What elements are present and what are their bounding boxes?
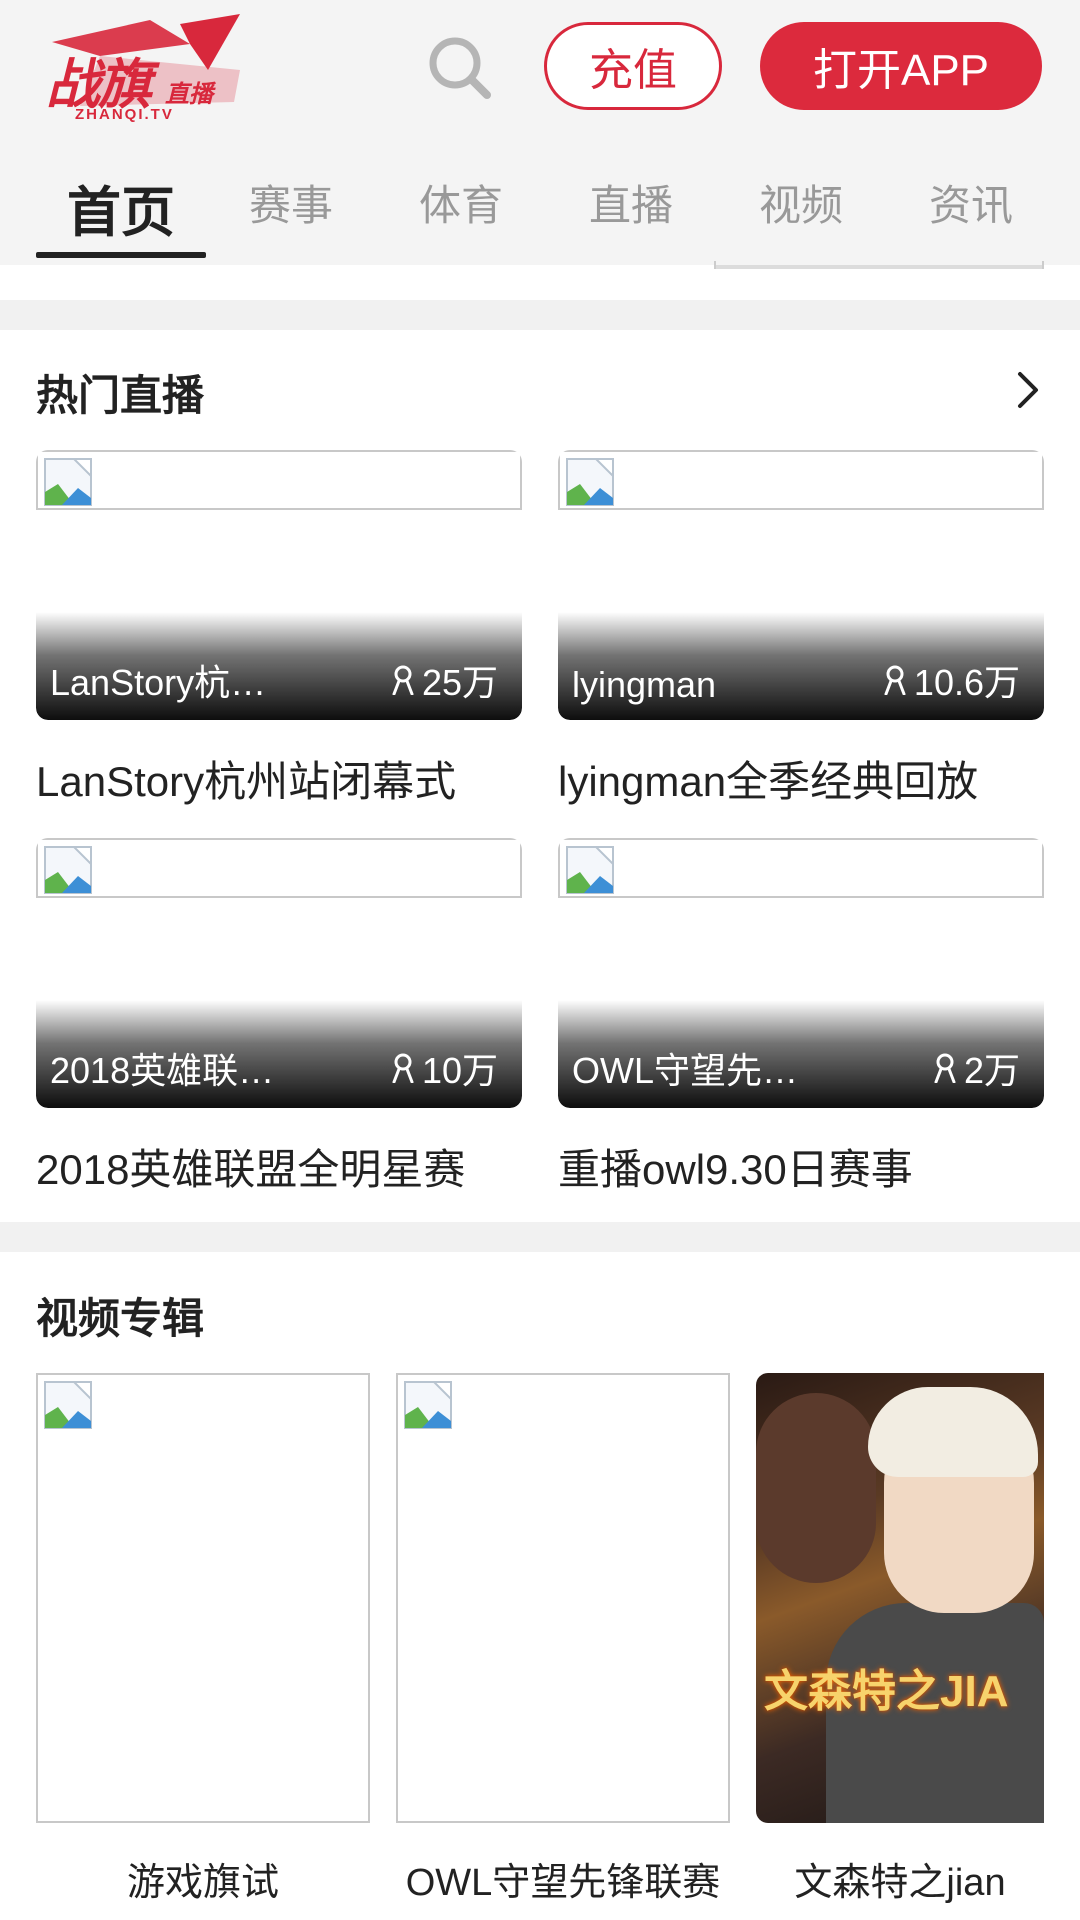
recharge-button[interactable]: 充值	[544, 22, 722, 110]
album-caption[interactable]: 游戏旗试	[36, 1851, 370, 1906]
live-thumbnail[interactable]: OWL守望先… 2万	[558, 838, 1044, 1108]
streamer-name: LanStory杭…	[50, 662, 267, 703]
tab-home[interactable]: 首页	[36, 160, 206, 260]
album-caption[interactable]: 文森特之jian	[756, 1851, 1044, 1906]
hot-live-more-button[interactable]	[1010, 360, 1046, 420]
album-thumbnail[interactable]	[396, 1373, 730, 1823]
video-albums-title: 视频专辑	[36, 1295, 205, 1342]
broken-image-icon	[44, 458, 92, 506]
viewer-count-value: 10.6万	[913, 662, 1020, 703]
search-button[interactable]	[420, 28, 500, 108]
album-thumbnail[interactable]: 文森特之JIA	[756, 1373, 1044, 1823]
broken-image-placeholder	[36, 450, 522, 510]
top-header: 战旗 直播 ZHANQI.TV 充值 打开APP 首页 赛事 体育 直播 视频 …	[0, 0, 1080, 265]
live-thumbnail[interactable]: LanStory杭… 25万	[36, 450, 522, 720]
viewer-count-value: 10万	[421, 1050, 498, 1091]
viewer-icon	[392, 1053, 414, 1083]
album-artwork-text: 文森特之JIA	[764, 1667, 1009, 1716]
live-title[interactable]: lyingman全季经典回放	[558, 748, 1044, 809]
logo-sub-text: 直播	[165, 81, 213, 108]
album-thumbnail[interactable]	[36, 1373, 370, 1823]
active-tab-indicator	[36, 252, 206, 258]
zhanqi-logo[interactable]: 战旗 直播 ZHANQI.TV	[40, 10, 250, 125]
broken-image-icon	[44, 846, 92, 894]
viewer-icon	[884, 665, 906, 695]
viewer-icon	[392, 665, 414, 695]
album-card[interactable]: 文森特之JIA 文森特之jian	[756, 1373, 1044, 1906]
search-icon	[429, 37, 491, 99]
tab-sports[interactable]: 体育	[376, 160, 546, 260]
broken-image-icon	[44, 1381, 92, 1429]
banner-remnant	[0, 265, 1080, 300]
tab-live[interactable]: 直播	[546, 160, 716, 260]
viewer-count: 2万	[934, 1042, 1020, 1094]
live-thumbnail[interactable]: lyingman 10.6万	[558, 450, 1044, 720]
broken-image-icon	[566, 458, 614, 506]
broken-image-placeholder	[36, 838, 522, 898]
chevron-right-icon	[1018, 372, 1038, 408]
live-card[interactable]: 2018英雄联… 10万 2018英雄联盟全明星赛	[36, 838, 522, 1197]
logo-domain-text: ZHANQI.TV	[75, 106, 174, 123]
banner-frame-edge	[714, 261, 1044, 269]
live-card[interactable]: lyingman 10.6万 lyingman全季经典回放	[558, 450, 1044, 809]
viewer-count: 10.6万	[884, 654, 1020, 706]
album-artwork-character	[756, 1393, 876, 1583]
viewer-count-value: 25万	[421, 662, 498, 703]
tab-videos[interactable]: 视频	[716, 160, 886, 260]
live-title[interactable]: 2018英雄联盟全明星赛	[36, 1136, 522, 1197]
viewer-icon	[934, 1053, 956, 1083]
section-divider	[0, 1222, 1080, 1252]
album-card[interactable]: OWL守望先锋联赛	[396, 1373, 730, 1906]
open-app-button[interactable]: 打开APP	[760, 22, 1042, 110]
tab-news[interactable]: 资讯	[886, 160, 1056, 260]
viewer-count: 25万	[392, 654, 498, 706]
streamer-name: OWL守望先…	[572, 1050, 799, 1091]
viewer-count: 10万	[392, 1042, 498, 1094]
live-title[interactable]: LanStory杭州站闭幕式	[36, 748, 522, 809]
live-title[interactable]: 重播owl9.30日赛事	[558, 1136, 1044, 1197]
viewer-count-value: 2万	[963, 1050, 1020, 1091]
album-card[interactable]: 游戏旗试	[36, 1373, 370, 1906]
hot-live-title: 热门直播	[36, 372, 205, 419]
broken-image-icon	[566, 846, 614, 894]
broken-image-icon	[404, 1381, 452, 1429]
streamer-name: lyingman	[572, 664, 717, 705]
broken-image-placeholder	[558, 450, 1044, 510]
live-thumbnail[interactable]: 2018英雄联… 10万	[36, 838, 522, 1108]
streamer-name: 2018英雄联…	[50, 1050, 275, 1091]
album-caption[interactable]: OWL守望先锋联赛	[396, 1851, 730, 1906]
tab-matches[interactable]: 赛事	[206, 160, 376, 260]
album-artwork-hair	[868, 1387, 1038, 1477]
live-card[interactable]: OWL守望先… 2万 重播owl9.30日赛事	[558, 838, 1044, 1197]
main-nav: 首页 赛事 体育 直播 视频 资讯	[0, 160, 1080, 260]
section-divider	[0, 300, 1080, 330]
live-card[interactable]: LanStory杭… 25万 LanStory杭州站闭幕式	[36, 450, 522, 809]
broken-image-placeholder	[558, 838, 1044, 898]
